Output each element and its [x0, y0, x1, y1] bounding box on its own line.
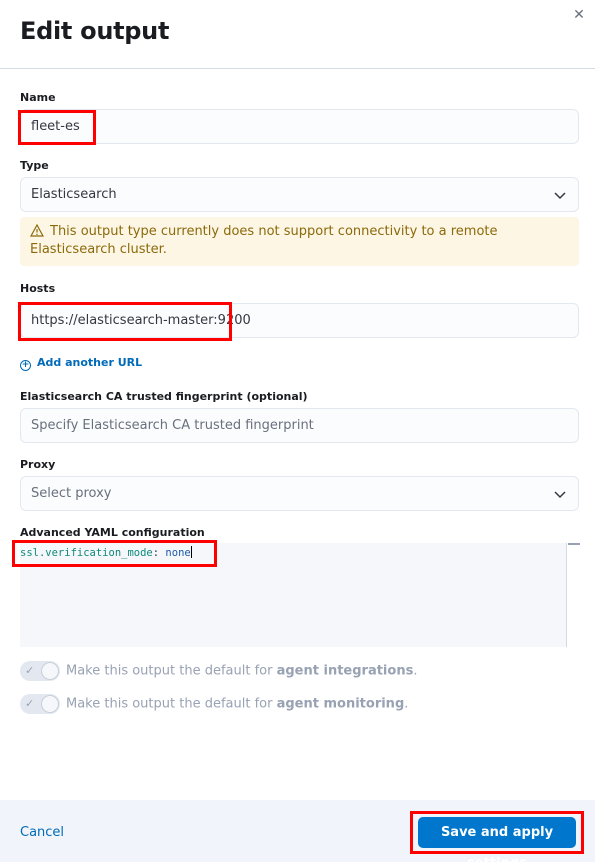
flyout-header: Edit output ✕ [0, 0, 595, 69]
toggle-text-prefix: Make this output the default for [66, 696, 277, 712]
yaml-scrollbar[interactable] [566, 543, 580, 647]
add-url-button[interactable]: + Add another URL [20, 356, 142, 371]
switch-knob [41, 662, 59, 680]
toggle-text-bold: agent monitoring [276, 696, 405, 712]
plus-circle-icon: + [20, 360, 31, 371]
switch-knob [41, 695, 59, 713]
proxy-select[interactable]: Select proxy [20, 476, 579, 511]
name-label: Name [20, 91, 56, 104]
name-input[interactable]: fleet-es [20, 109, 579, 144]
warning-text: This output type currently does not supp… [30, 224, 498, 257]
fingerprint-input[interactable]: Specify Elasticsearch CA trusted fingerp… [20, 408, 579, 443]
save-button[interactable]: Save and apply settings [418, 817, 576, 862]
chevron-down-icon [554, 192, 566, 200]
yaml-line: ssl.verification_mode: none [20, 546, 579, 559]
type-select[interactable]: Elasticsearch [20, 177, 579, 212]
type-label: Type [20, 159, 49, 172]
close-icon[interactable]: ✕ [571, 6, 587, 22]
hosts-label: Hosts [20, 282, 56, 295]
hosts-input[interactable]: https://elasticsearch-master:9200 [20, 303, 579, 338]
toggle-text-bold: agent integrations [276, 663, 414, 679]
page-title: Edit output [20, 17, 170, 45]
warning-callout: This output type currently does not supp… [20, 217, 579, 266]
proxy-label: Proxy [20, 458, 56, 471]
proxy-select-placeholder: Select proxy [31, 486, 112, 501]
flyout-footer: Cancel Save and apply settings [0, 800, 595, 862]
fingerprint-label: Elasticsearch CA trusted fingerprint (op… [20, 390, 308, 403]
add-url-label: Add another URL [37, 356, 143, 369]
yaml-value: none [165, 547, 191, 559]
yaml-editor[interactable]: ssl.verification_mode: none [20, 543, 580, 647]
default-monitoring-toggle-row: ✓ Make this output the default for agent … [20, 694, 408, 714]
yaml-label: Advanced YAML configuration [20, 526, 205, 539]
text-cursor [190, 546, 192, 558]
toggle-text-suffix: . [404, 696, 409, 712]
default-integrations-toggle-row: ✓ Make this output the default for agent … [20, 661, 417, 681]
yaml-separator: : [152, 547, 166, 559]
yaml-key: ssl.verification_mode [20, 547, 153, 559]
toggle-text-suffix: . [413, 663, 418, 679]
check-icon: ✓ [25, 697, 35, 710]
default-integrations-switch[interactable]: ✓ [20, 661, 60, 681]
cancel-button[interactable]: Cancel [20, 825, 64, 840]
chevron-down-icon [554, 491, 566, 499]
warning-icon [30, 224, 44, 237]
type-select-value: Elasticsearch [31, 187, 117, 202]
scrollbar-thumb[interactable] [568, 543, 580, 545]
default-monitoring-switch[interactable]: ✓ [20, 694, 60, 714]
check-icon: ✓ [25, 664, 35, 677]
toggle-text-prefix: Make this output the default for [66, 663, 277, 679]
